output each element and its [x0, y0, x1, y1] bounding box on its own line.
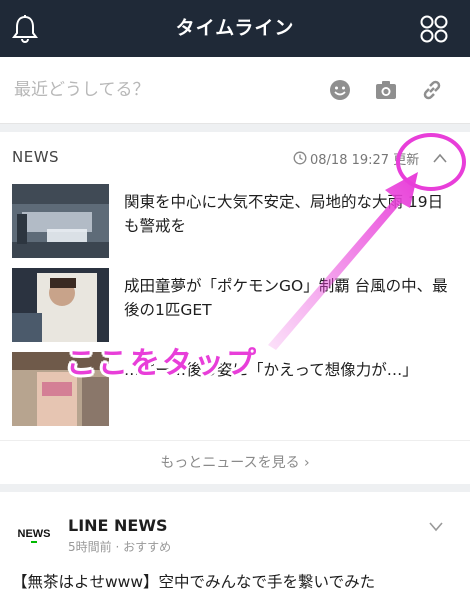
news-headline-1: 関東を中心に大気不安定、局地的な大雨 19日も警戒を [124, 193, 444, 235]
news-thumbnail-1 [12, 184, 109, 258]
news-item-2[interactable]: 成田童夢が「ポケモンGO」制覇 台風の中、最後の1匹GET [12, 268, 458, 344]
section-divider-2 [0, 484, 470, 492]
post-composer[interactable]: 最近どうしてる？ [0, 57, 470, 124]
line-news-logo: NEWS [12, 512, 56, 556]
emoji-icon[interactable] [328, 78, 352, 102]
timeline-post: NEWS LINE NEWS 5時間前 · おすすめ 【無茶はよせwww】空中で… [0, 492, 470, 591]
camera-icon[interactable] [374, 78, 398, 102]
svg-text:NEWS: NEWS [18, 528, 51, 540]
post-account-name[interactable]: LINE NEWS [68, 516, 168, 535]
page-title: タイムライン [175, 17, 295, 39]
news-card: NEWS 08/18 19:27 更新 関東を中心に大気不安定、局地的な大雨 1… [0, 132, 470, 484]
post-meta: 5時間前 · おすすめ [68, 540, 172, 554]
clock-icon [293, 151, 307, 165]
grid-menu-icon[interactable] [420, 15, 448, 43]
link-icon[interactable] [420, 78, 444, 102]
more-news-link[interactable]: もっとニュースを見る › [0, 440, 470, 485]
annotation-circle [396, 133, 466, 191]
post-placeholder[interactable]: 最近どうしてる？ [14, 57, 150, 123]
chevron-down-icon[interactable] [428, 520, 444, 532]
news-item-1[interactable]: 関東を中心に大気不安定、局地的な大雨 19日も警戒を [12, 184, 458, 260]
news-label: NEWS [12, 148, 60, 166]
app-header: タイムライン [0, 0, 470, 57]
annotation-label: ここをタップ [66, 346, 258, 381]
section-divider [0, 124, 470, 132]
news-thumbnail-2 [12, 268, 109, 342]
news-headline-2: 成田童夢が「ポケモンGO」制覇 台風の中、最後の1匹GET [124, 277, 448, 319]
